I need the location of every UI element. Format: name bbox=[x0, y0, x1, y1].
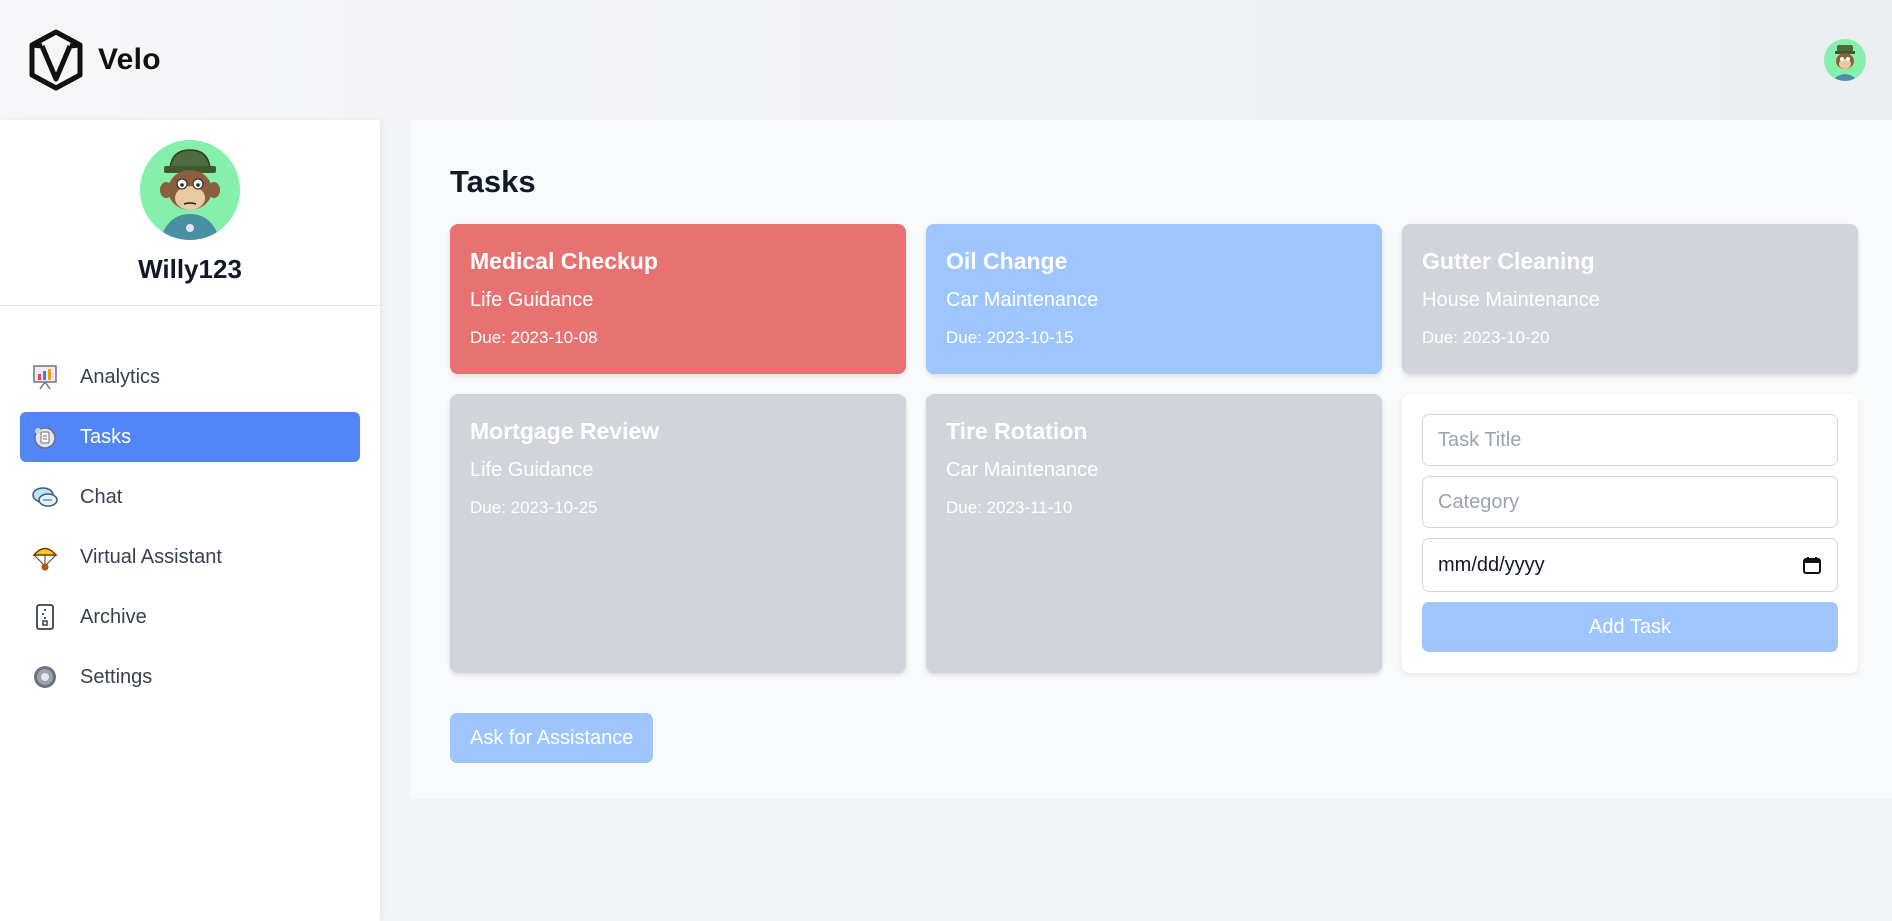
ask-for-assistance-button[interactable]: Ask for Assistance bbox=[450, 713, 654, 763]
sidebar-item-label: Virtual Assistant bbox=[80, 545, 222, 568]
calendar-icon[interactable] bbox=[1802, 555, 1822, 575]
task-card[interactable]: Gutter Cleaning House Maintenance Due: 2… bbox=[1402, 224, 1858, 374]
task-due-date: Due: 2023-10-15 bbox=[946, 328, 1074, 347]
sidebar-item-settings[interactable]: Settings bbox=[20, 652, 360, 702]
brand[interactable]: Velo bbox=[28, 29, 161, 91]
profile-avatar[interactable] bbox=[140, 140, 240, 240]
task-grid: Medical Checkup Life Guidance Due: 2023-… bbox=[450, 224, 1860, 673]
chat-icon bbox=[30, 482, 60, 512]
task-title: Gutter Cleaning bbox=[1422, 248, 1595, 274]
sidebar: Willy123 Analytics Tasks Chat Virtual As… bbox=[0, 120, 380, 921]
add-task-form: mm/dd/yyyy Add Task bbox=[1402, 394, 1858, 673]
due-date-input[interactable]: mm/dd/yyyy bbox=[1422, 538, 1838, 592]
sidebar-item-label: Chat bbox=[80, 485, 123, 508]
archive-icon bbox=[30, 602, 60, 632]
sidebar-item-label: Analytics bbox=[80, 365, 161, 388]
task-title: Oil Change bbox=[946, 248, 1068, 274]
app-name: Velo bbox=[98, 43, 161, 76]
sidebar-item-label: Tasks bbox=[80, 425, 132, 448]
sidebar-item-chat[interactable]: Chat bbox=[20, 472, 360, 522]
sidebar-item-label: Settings bbox=[80, 665, 153, 688]
add-task-button[interactable]: Add Task bbox=[1422, 602, 1838, 652]
task-title: Tire Rotation bbox=[946, 418, 1088, 444]
tasks-icon bbox=[30, 422, 60, 452]
header-avatar[interactable] bbox=[1824, 39, 1866, 81]
velo-logo-icon bbox=[29, 29, 83, 91]
top-header: Velo bbox=[0, 0, 1892, 120]
task-title: Medical Checkup bbox=[470, 248, 658, 274]
category-input[interactable] bbox=[1422, 476, 1838, 528]
task-card[interactable]: Oil Change Car Maintenance Due: 2023-10-… bbox=[926, 224, 1382, 374]
page-title: Tasks bbox=[450, 164, 536, 199]
task-category: House Maintenance bbox=[1422, 289, 1600, 311]
sidebar-item-virtual-assistant[interactable]: Virtual Assistant bbox=[20, 532, 360, 582]
analytics-icon bbox=[30, 362, 60, 392]
sidebar-item-analytics[interactable]: Analytics bbox=[20, 352, 360, 402]
sidebar-item-tasks[interactable]: Tasks bbox=[20, 412, 360, 462]
task-due-date: Due: 2023-10-25 bbox=[470, 498, 598, 517]
task-category: Car Maintenance bbox=[946, 289, 1099, 311]
task-due-date: Due: 2023-11-10 bbox=[946, 498, 1073, 517]
sidebar-nav: Analytics Tasks Chat Virtual Assistant A… bbox=[0, 306, 380, 702]
sidebar-item-label: Archive bbox=[80, 605, 147, 628]
main-content: Tasks Medical Checkup Life Guidance Due:… bbox=[410, 120, 1892, 799]
task-category: Life Guidance bbox=[470, 459, 594, 481]
task-due-date: Due: 2023-10-20 bbox=[1422, 328, 1550, 347]
parachute-icon bbox=[30, 542, 60, 572]
profile-section: Willy123 bbox=[0, 120, 380, 306]
settings-icon bbox=[30, 662, 60, 692]
username: Willy123 bbox=[138, 254, 242, 284]
task-title: Mortgage Review bbox=[470, 418, 660, 444]
task-due-date: Due: 2023-10-08 bbox=[470, 328, 598, 347]
task-category: Car Maintenance bbox=[946, 459, 1099, 481]
task-card[interactable]: Medical Checkup Life Guidance Due: 2023-… bbox=[450, 224, 906, 374]
date-placeholder: mm/dd/yyyy bbox=[1438, 553, 1545, 576]
task-card[interactable]: Tire Rotation Car Maintenance Due: 2023-… bbox=[926, 394, 1382, 673]
sidebar-item-archive[interactable]: Archive bbox=[20, 592, 360, 642]
task-card[interactable]: Mortgage Review Life Guidance Due: 2023-… bbox=[450, 394, 906, 673]
task-category: Life Guidance bbox=[470, 289, 594, 311]
task-title-input[interactable] bbox=[1422, 414, 1838, 466]
